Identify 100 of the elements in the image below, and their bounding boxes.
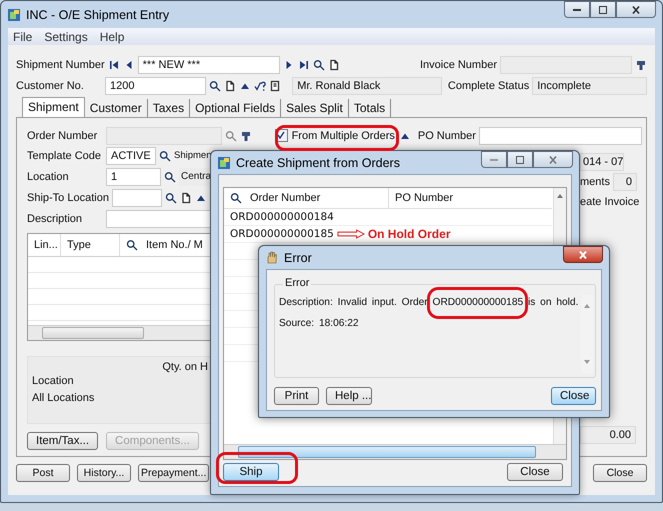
minimize-icon [573, 8, 581, 10]
error-message: Description: Invalid input. Order ORD000000000185 is on hold. [279, 297, 580, 308]
dialog-title: Create Shipment from Orders [236, 156, 400, 170]
input-field[interactable]: 1200 [105, 76, 206, 94]
window-title: INC - O/E Shipment Entry [26, 8, 170, 22]
search-icon[interactable] [312, 58, 325, 70]
new-document-icon[interactable] [180, 192, 192, 204]
column-header[interactable]: Lin... [28, 234, 61, 256]
search-icon[interactable] [230, 192, 242, 204]
menu-item[interactable]: Settings [44, 30, 88, 44]
footer-button[interactable]: Prepayment... [138, 464, 210, 482]
drilldown-icon[interactable] [240, 130, 252, 142]
count-field: 0 [612, 172, 637, 190]
order-number[interactable]: ORD000000000184 [230, 211, 334, 223]
close-icon [547, 154, 559, 164]
location-name-field: Centra [178, 168, 213, 186]
column-header[interactable]: Type [61, 234, 120, 256]
field-label: Customer No. [16, 80, 85, 92]
notepad-icon[interactable] [269, 80, 282, 92]
search-icon[interactable] [126, 239, 138, 251]
new-document-icon[interactable] [224, 80, 236, 92]
search-icon[interactable] [164, 192, 177, 204]
app-icon [217, 156, 231, 170]
field-label: PO Number [418, 130, 476, 142]
period-field: 014 - 07 [580, 153, 624, 171]
group-label: Error [283, 277, 312, 289]
search-icon[interactable] [164, 170, 176, 182]
dialog-button[interactable]: Print [274, 387, 319, 405]
header-label: Item No./ M [146, 239, 203, 251]
close-icon [630, 4, 642, 14]
scroll-up-icon[interactable] [556, 193, 564, 199]
first-record-icon[interactable] [108, 58, 120, 70]
field-label: Location [32, 375, 75, 389]
location-value: All Locations [32, 392, 96, 406]
last-record-icon[interactable] [298, 58, 310, 70]
column-header[interactable]: Order Number [224, 188, 389, 208]
maximize-icon [597, 4, 609, 14]
scroll-up-icon[interactable] [583, 303, 591, 309]
footer-button[interactable]: Post [16, 464, 70, 482]
annotation-text: On Hold Order [368, 227, 450, 241]
menu-item[interactable]: File [13, 30, 32, 44]
field-label: Ship-To Location [27, 192, 109, 204]
customer-name-field: Mr. Ronald Black [292, 76, 442, 94]
dialog-button[interactable]: Close [551, 387, 596, 405]
field-label: Complete Status [448, 80, 530, 92]
dialog-button[interactable]: Help ... [326, 387, 372, 405]
search-icon[interactable] [209, 80, 222, 92]
status-field: Incomplete [532, 76, 647, 94]
maximize-icon [514, 154, 526, 164]
scroll-down-icon[interactable] [583, 359, 591, 365]
app-icon [7, 8, 21, 22]
field-label: Template Code [27, 150, 102, 162]
close-button[interactable] [563, 246, 603, 263]
horizontal-scrollbar[interactable] [28, 325, 212, 340]
input-field[interactable]: 1 [106, 168, 161, 186]
close-icon [577, 250, 589, 260]
drilldown-icon[interactable] [635, 58, 647, 70]
input-field[interactable] [106, 210, 213, 228]
field-label: ments [580, 176, 610, 188]
input-field[interactable]: *** NEW *** [138, 56, 280, 74]
annotation-arrow [336, 229, 365, 239]
checkbox-label: eate Invoice [580, 196, 640, 208]
hand-icon [265, 250, 279, 264]
new-document-icon[interactable] [328, 58, 340, 70]
input-field[interactable] [478, 126, 642, 144]
input-field[interactable]: ACTIVE [106, 146, 156, 164]
column-header: Qty. on H [162, 361, 208, 373]
input-field[interactable] [112, 188, 162, 206]
footer-button[interactable]: Close [593, 464, 647, 482]
dialog-button[interactable]: Close [507, 463, 563, 481]
field-label: Description [27, 212, 84, 224]
checkmark-question-icon[interactable] [254, 80, 266, 92]
close-button[interactable] [616, 1, 656, 18]
panel-button[interactable]: Item/Tax... [27, 432, 98, 450]
tab[interactable]: Shipment [22, 97, 85, 117]
amount-field: 0.00 [580, 426, 636, 444]
field-label: Shipment Number [16, 58, 105, 70]
field-label: Order Number [27, 130, 98, 142]
dialog-button[interactable]: Ship [223, 463, 279, 481]
tab[interactable]: Customer [84, 99, 148, 117]
minimize-button[interactable] [564, 1, 590, 18]
field-label: Location [27, 170, 70, 182]
column-header[interactable]: PO Number [389, 188, 552, 208]
menu-item[interactable]: Help [100, 30, 124, 44]
dialog-title: Error [284, 250, 312, 264]
header-label: Order Number [250, 192, 320, 204]
maximize-button[interactable] [590, 1, 616, 18]
footer-button[interactable]: History... [77, 464, 131, 482]
order-number[interactable]: ORD000000000185 [230, 228, 334, 240]
close-button[interactable] [533, 151, 573, 168]
tab[interactable]: Taxes [148, 99, 190, 117]
maximize-button[interactable] [507, 151, 533, 168]
search-icon[interactable] [159, 150, 171, 162]
minimize-button[interactable] [481, 151, 507, 168]
minimize-icon [490, 158, 498, 160]
field-label: Shipmen [174, 150, 212, 161]
column-header[interactable]: Item No./ M [120, 234, 212, 256]
horizontal-scrollbar[interactable] [224, 444, 566, 459]
field-label: Invoice Number [420, 58, 497, 70]
error-source: Source: 18:06:22 [279, 318, 360, 329]
